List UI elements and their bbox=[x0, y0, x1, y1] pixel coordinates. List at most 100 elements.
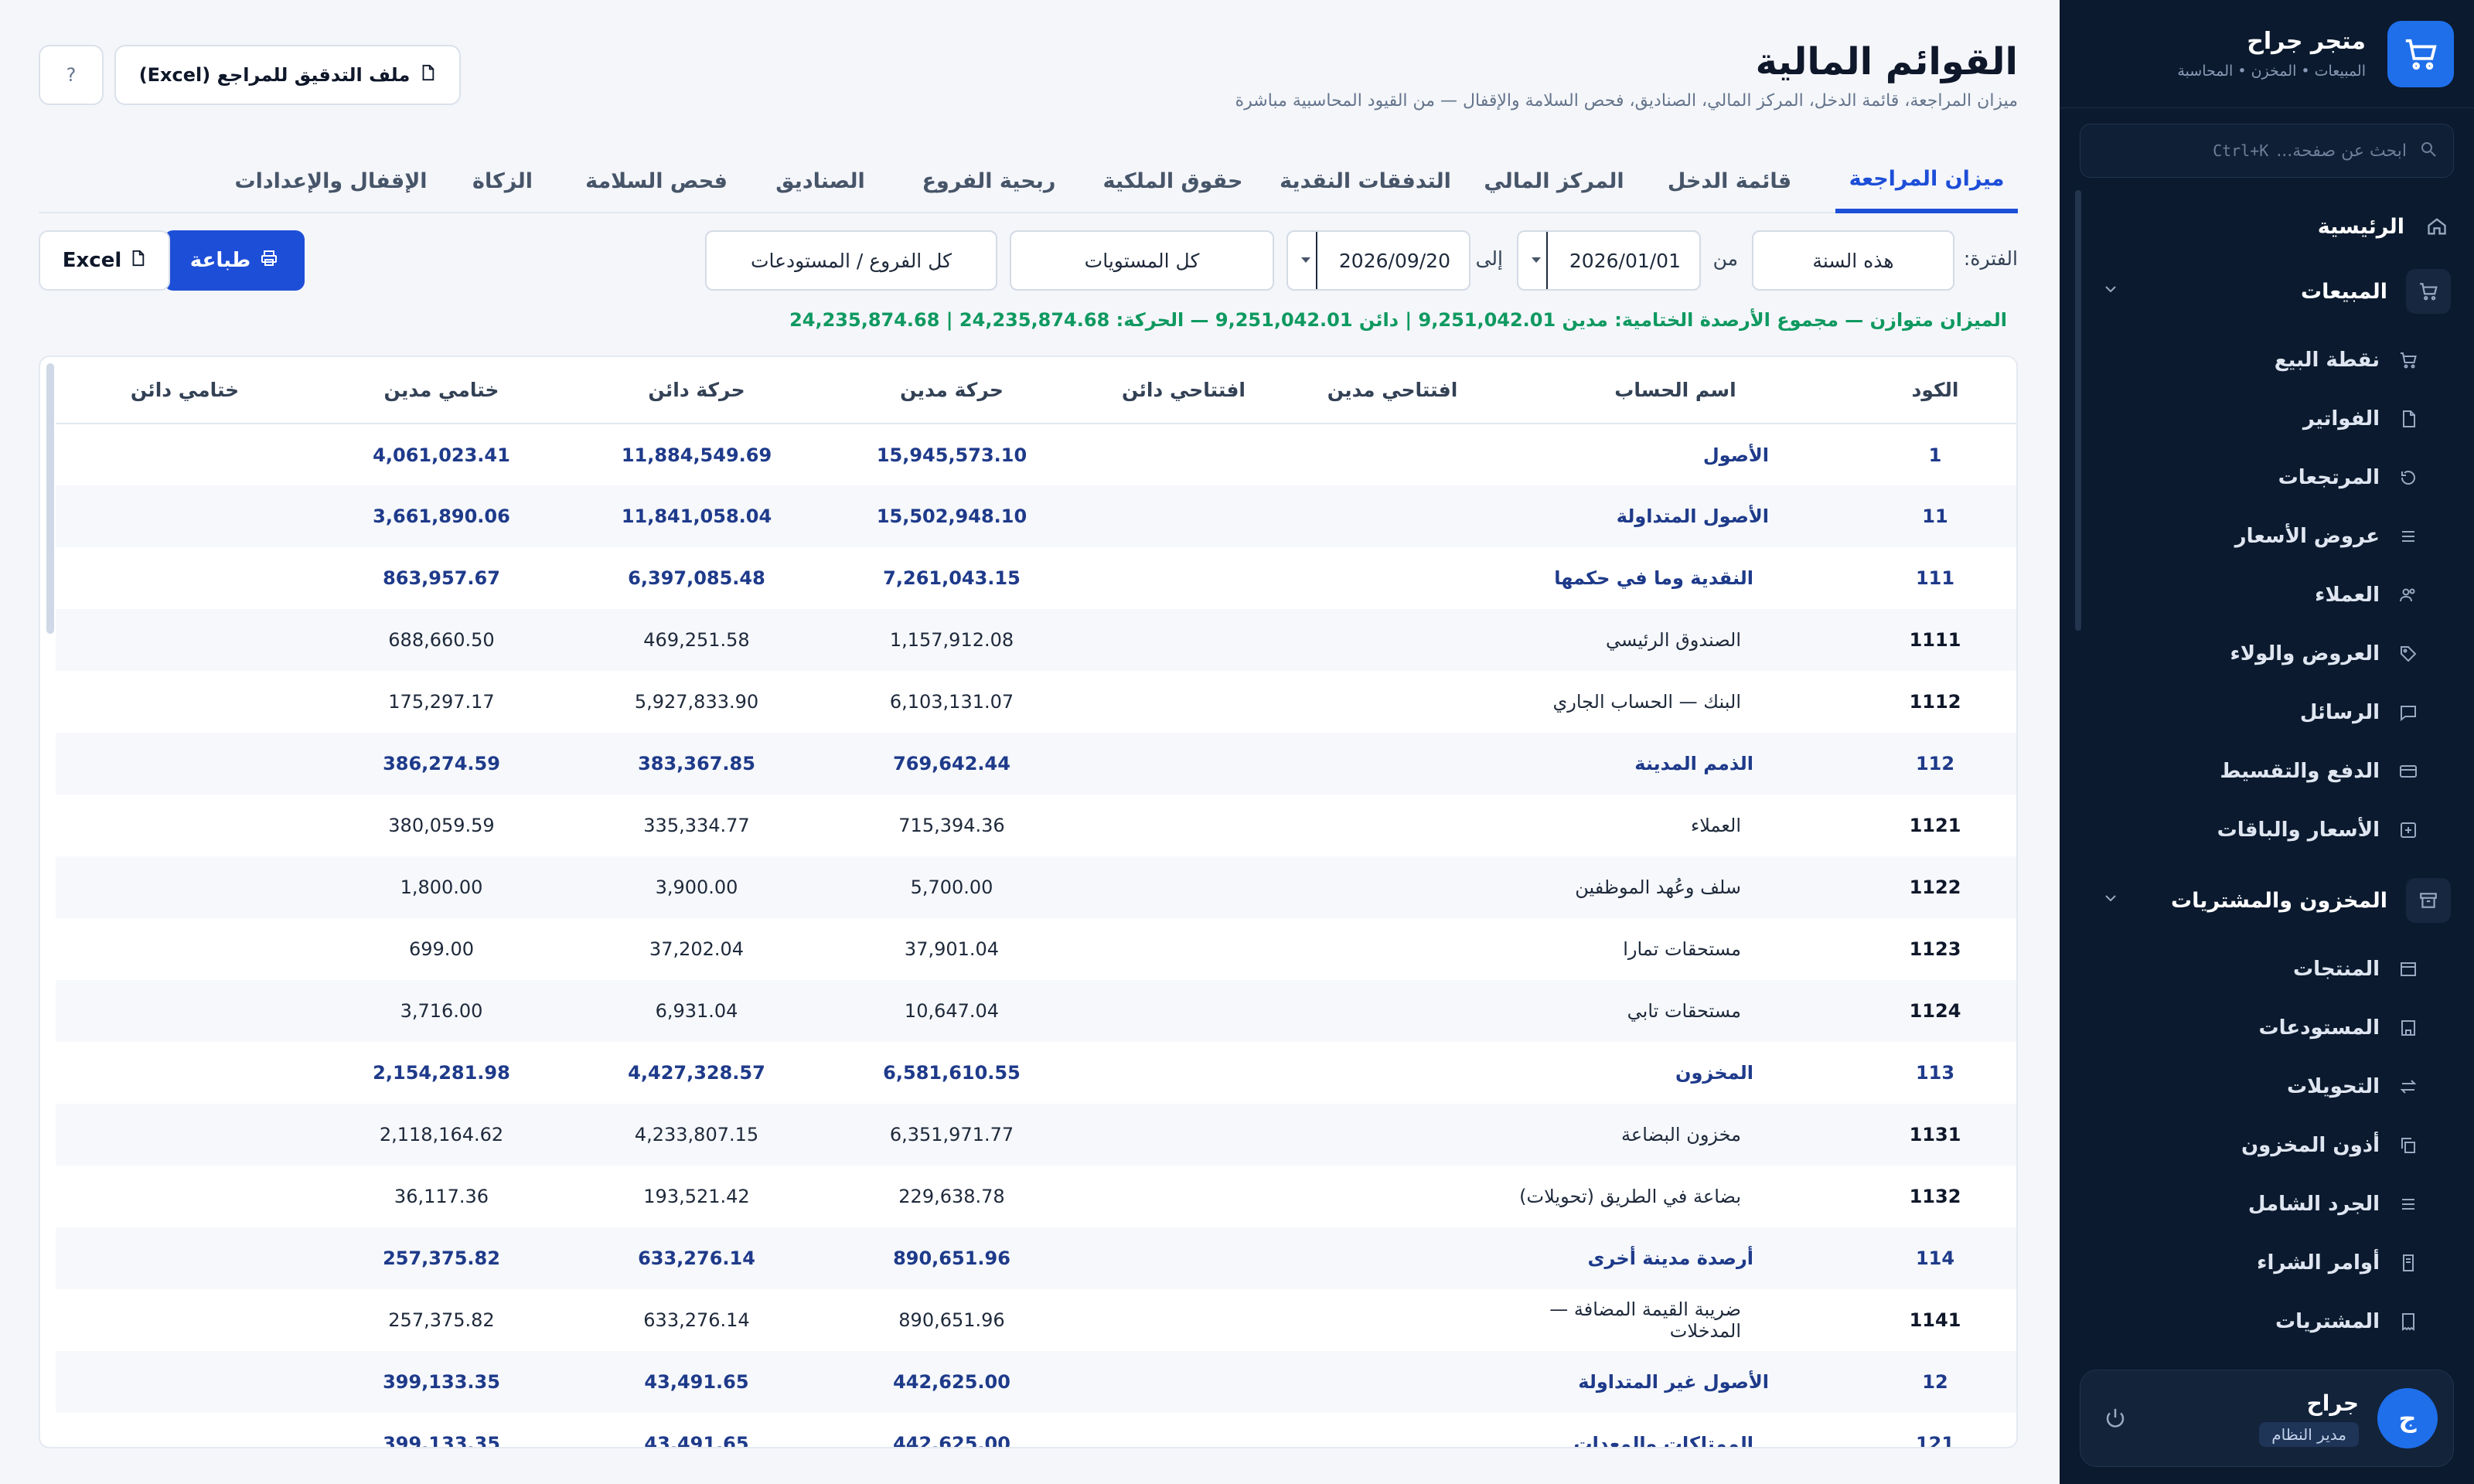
tab-health-check[interactable]: فحص السلامة bbox=[575, 148, 738, 213]
cell-close-dr: 175,297.17 bbox=[388, 691, 495, 713]
column-header[interactable]: افتتاحي دائن bbox=[1079, 357, 1288, 424]
table-row[interactable]: 1111 الصندوق الرئيسي 1,157,912.08 469,251.5… bbox=[56, 609, 2016, 671]
power-icon[interactable] bbox=[2104, 1406, 2127, 1432]
table-row[interactable]: 1124 مستحقات تابي 10,647.04 6,931.04 3,716.0… bbox=[56, 980, 2016, 1042]
cell-open-cr bbox=[1079, 733, 1288, 795]
table-row[interactable]: 1123 مستحقات تمارا 37,901.04 37,202.04 699.0… bbox=[56, 918, 2016, 980]
message-icon bbox=[2397, 701, 2420, 724]
sidebar-item-returns[interactable]: المرتجعات bbox=[2103, 454, 2420, 501]
table-row[interactable]: 1122 سلف وعُهد الموظفين 5,700.00 3,900.00 1,… bbox=[56, 856, 2016, 918]
cell-close-dr: 863,957.67 bbox=[383, 567, 500, 589]
user-card[interactable]: ج جراح مدير النظام bbox=[2080, 1370, 2454, 1467]
table-row[interactable]: 114 أرصدة مدينة أخرى 890,651.96 633,276.14 2… bbox=[56, 1227, 2016, 1289]
column-header[interactable]: ختامي مدين bbox=[314, 357, 569, 424]
table-row[interactable]: 1131 مخزون البضاعة 6,351,971.77 4,233,807.1… bbox=[56, 1104, 2016, 1166]
transfer-icon bbox=[2397, 1075, 2420, 1098]
cell-move-dr: 15,945,573.10 bbox=[876, 444, 1027, 466]
sidebar-item-purchases[interactable]: المشتريات bbox=[2103, 1298, 2420, 1345]
cell-move-cr: 6,931.04 bbox=[569, 980, 824, 1042]
excel-button[interactable]: Excel bbox=[39, 230, 170, 291]
cell-open-cr bbox=[1079, 1413, 1288, 1447]
sidebar-item-label: المرتجعات bbox=[2278, 466, 2380, 489]
table-row[interactable]: 1132 بضاعة في الطريق (تحويلات) 229,638.78 1… bbox=[56, 1166, 2016, 1227]
sidebar-item-stocktake[interactable]: الجرد الشامل bbox=[2103, 1181, 2420, 1227]
table-row[interactable]: 1 الأصول 15,945,573.10 11,884,549.69 4,061,0… bbox=[56, 424, 2016, 485]
from-date-input[interactable]: 2026/01/01 bbox=[1517, 230, 1701, 291]
cell-open-cr bbox=[1079, 485, 1288, 547]
column-header[interactable]: اسم الحساب bbox=[1497, 357, 1854, 424]
table-row[interactable]: 1141 ضريبة القيمة المضافة — المدخلات 890,6… bbox=[56, 1289, 2016, 1351]
cell-open-dr bbox=[1288, 609, 1497, 671]
tab-financial-position[interactable]: المركز المالي bbox=[1472, 148, 1636, 213]
tab-zakat[interactable]: الزكاة bbox=[441, 148, 564, 213]
tab-cash-boxes[interactable]: الصناديق bbox=[748, 148, 892, 213]
column-header[interactable]: حركة دائن bbox=[569, 357, 824, 424]
column-header[interactable]: حركة مدين bbox=[824, 357, 1079, 424]
branches-select[interactable]: كل الفروع / المستودعات bbox=[705, 230, 997, 291]
sidebar-item-products[interactable]: المنتجات bbox=[2103, 946, 2420, 992]
sidebar-item-payments[interactable]: الدفع والتقسيط bbox=[2103, 748, 2420, 795]
levels-select[interactable]: كل المستويات bbox=[1010, 230, 1274, 291]
table-scrollbar[interactable] bbox=[46, 363, 54, 634]
sidebar-item-transfers[interactable]: التحويلات bbox=[2103, 1064, 2420, 1110]
cell-name: المخزون bbox=[1675, 1062, 1753, 1084]
table-row[interactable]: 11 الأصول المتداولة 15,502,948.10 11,841,05… bbox=[56, 485, 2016, 547]
sidebar-group-sales[interactable]: المبيعات bbox=[2095, 266, 2451, 317]
cell-close-cr bbox=[56, 1351, 314, 1413]
table-row[interactable]: 113 المخزون 6,581,610.55 4,427,328.57 2,154,… bbox=[56, 1042, 2016, 1104]
cell-close-cr bbox=[56, 1166, 314, 1227]
tab-equity[interactable]: حقوق الملكية bbox=[1087, 148, 1259, 213]
sidebar-item-purchase-orders[interactable]: أوامر الشراء bbox=[2103, 1240, 2420, 1286]
column-header[interactable]: الكود bbox=[1854, 357, 2016, 424]
sidebar-group-inventory[interactable]: المخزون والمشتريات bbox=[2095, 875, 2451, 926]
tab-branch-profitability[interactable]: ربحية الفروع bbox=[905, 148, 1073, 213]
tab-income-statement[interactable]: قائمة الدخل bbox=[1648, 148, 1811, 213]
audit-file-button[interactable]: ملف التدقيق للمراجع (Excel) bbox=[114, 45, 461, 105]
sidebar-item-loyalty[interactable]: العروض والولاء bbox=[2103, 631, 2420, 677]
price-icon bbox=[2397, 819, 2420, 842]
table-row[interactable]: 1112 البنك — الحساب الجاري 6,103,131.07 5,9… bbox=[56, 671, 2016, 733]
excel-label: Excel bbox=[62, 249, 122, 272]
sidebar-item-stock-permits[interactable]: أذون المخزون bbox=[2103, 1122, 2420, 1169]
table-row[interactable]: 121 الممتلكات والمعدات 442,625.00 43,491.65… bbox=[56, 1413, 2016, 1447]
caret-down-icon bbox=[1296, 232, 1317, 289]
column-header[interactable]: ختامي دائن bbox=[56, 357, 314, 424]
tab-closing-settings[interactable]: الإقفال والإعدادات bbox=[230, 148, 431, 213]
cell-close-cr bbox=[56, 547, 314, 609]
table-row[interactable]: 111 النقدية وما في حكمها 7,261,043.15 6,397… bbox=[56, 547, 2016, 609]
table-row[interactable]: 12 الأصول غير المتداولة 442,625.00 43,491.6… bbox=[56, 1351, 2016, 1413]
cell-move-cr: 4,233,807.15 bbox=[569, 1104, 824, 1166]
sidebar-item-pricing[interactable]: الأسعار والباقات bbox=[2103, 807, 2420, 853]
cell-code: 112 bbox=[1854, 733, 2016, 795]
cell-open-cr bbox=[1079, 547, 1288, 609]
page-title: القوائم المالية bbox=[1755, 40, 2018, 83]
tab-trial-balance[interactable]: ميزان المراجعة bbox=[1835, 148, 2018, 213]
table-row[interactable]: 1121 العملاء 715,394.36 335,334.77 380,059.5… bbox=[56, 795, 2016, 856]
sidebar-search[interactable]: ابحث عن صفحة... Ctrl+K bbox=[2080, 124, 2454, 178]
brand: متجر جراح المبيعات • المخزن • المحاسبة bbox=[2060, 0, 2474, 108]
help-button[interactable]: ? bbox=[39, 45, 104, 105]
cell-open-dr bbox=[1288, 733, 1497, 795]
print-label: طباعة bbox=[189, 249, 251, 272]
receipt-icon bbox=[2397, 1310, 2420, 1333]
period-label: الفترة: bbox=[1963, 247, 2018, 270]
sidebar-item-invoices[interactable]: الفواتير bbox=[2103, 396, 2420, 442]
cell-close-cr bbox=[56, 671, 314, 733]
sidebar-item-warehouses[interactable]: المستودعات bbox=[2103, 1005, 2420, 1051]
sidebar-item-customers[interactable]: العملاء bbox=[2103, 572, 2420, 618]
from-date-value: 2026/01/01 bbox=[1569, 249, 1681, 272]
column-header[interactable]: افتتاحي مدين bbox=[1288, 357, 1497, 424]
to-date-input[interactable]: 2026/09/20 bbox=[1286, 230, 1470, 291]
chevron-down-icon bbox=[2101, 280, 2120, 301]
sidebar-item-pos[interactable]: نقطة البيع bbox=[2103, 337, 2420, 383]
print-button[interactable]: طباعة bbox=[164, 230, 305, 291]
table-header-row: الكود اسم الحساب افتتاحي مدين افتتاحي دا… bbox=[56, 357, 2016, 424]
sidebar-item-messages[interactable]: الرسائل bbox=[2103, 689, 2420, 736]
sidebar-item-quotes[interactable]: عروض الأسعار bbox=[2103, 513, 2420, 560]
cell-move-cr: 43,491.65 bbox=[569, 1351, 824, 1413]
table-row[interactable]: 112 الذمم المدينة 769,642.44 383,367.85 386,… bbox=[56, 733, 2016, 795]
period-select[interactable]: هذه السنة bbox=[1752, 230, 1954, 291]
tab-cash-flows[interactable]: التدفقات النقدية bbox=[1269, 148, 1461, 213]
sidebar-scrollbar[interactable] bbox=[2075, 190, 2081, 631]
sidebar-item-home[interactable]: الرئيسية bbox=[2095, 201, 2451, 252]
